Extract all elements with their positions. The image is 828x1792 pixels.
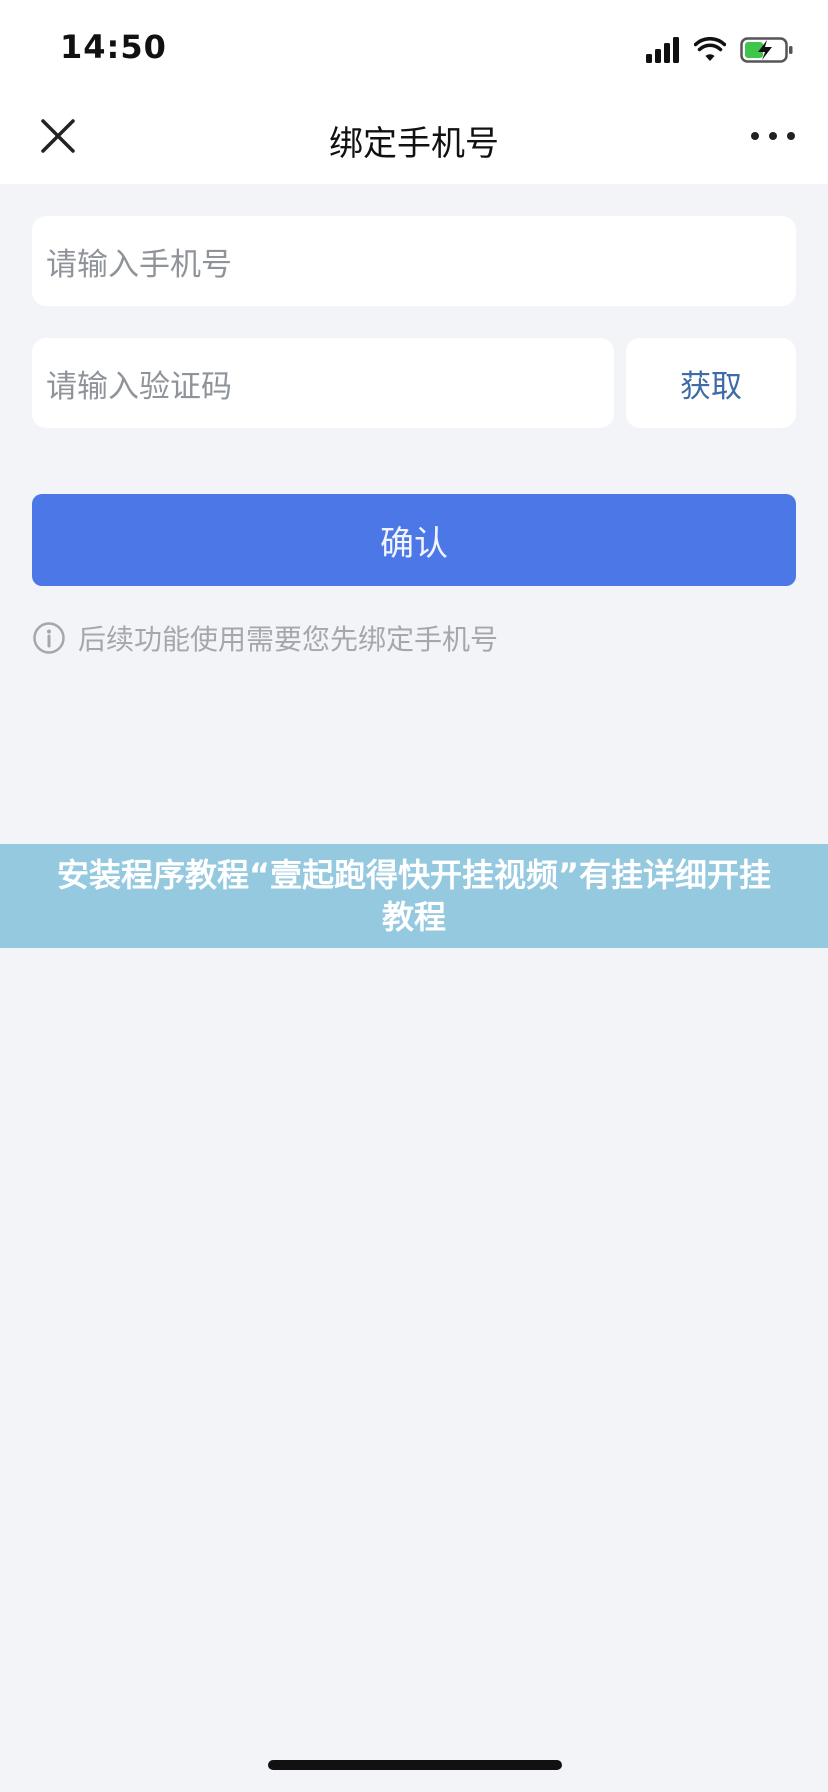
overlay-banner: 安装程序教程“壹起跑得快开挂视频”有挂详细开挂教程 <box>0 844 828 948</box>
phone-input-placeholder: 请输入手机号 <box>46 246 232 283</box>
get-code-button[interactable]: 获取 <box>626 338 796 428</box>
phone-input[interactable]: 请输入手机号 <box>32 216 796 306</box>
more-dots-icon <box>751 132 795 140</box>
home-indicator <box>268 1760 562 1770</box>
verification-code-input[interactable]: 请输入验证码 <box>32 338 614 428</box>
hint-row: 后续功能使用需要您先绑定手机号 <box>32 618 498 658</box>
more-button[interactable] <box>748 112 798 160</box>
signal-icon <box>646 37 679 63</box>
wifi-icon <box>694 37 726 61</box>
battery-charging-icon <box>740 37 793 63</box>
info-icon <box>33 622 65 654</box>
status-time: 14:50 <box>60 28 167 66</box>
confirm-button[interactable]: 确认 <box>32 494 796 586</box>
banner-text: 安装程序教程“壹起跑得快开挂视频”有挂详细开挂教程 <box>56 856 772 936</box>
status-bar: 14:50 <box>0 0 828 90</box>
page-title: 绑定手机号 <box>329 124 499 164</box>
nav-bar: 绑定手机号 <box>0 90 828 184</box>
hint-text: 后续功能使用需要您先绑定手机号 <box>78 623 499 656</box>
code-input-placeholder: 请输入验证码 <box>46 368 232 405</box>
status-icons <box>646 32 794 68</box>
